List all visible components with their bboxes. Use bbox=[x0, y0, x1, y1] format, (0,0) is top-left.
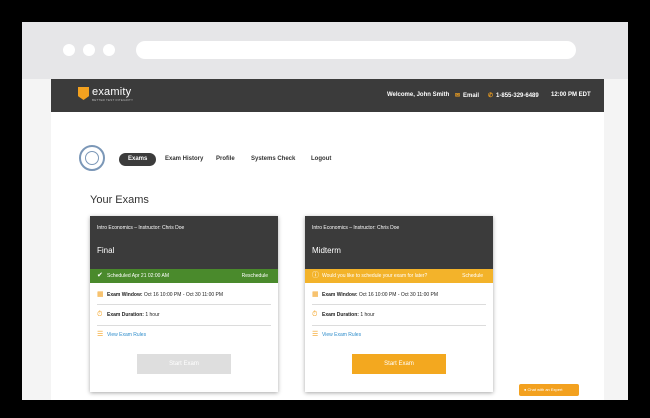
logo-badge-icon bbox=[78, 87, 89, 100]
exam-card-final: Intro Economics – Instructor: Chris Doe … bbox=[90, 216, 278, 392]
browser-window: examity BETTER TEST INTEGRITY Welcome, J… bbox=[22, 22, 628, 400]
exam-window: ▦ Exam Window: Oct 16 10:00 PM - Oct 30 1… bbox=[312, 291, 439, 298]
course-info: Intro Economics – Instructor: Chris Doe bbox=[312, 225, 400, 231]
nav-exams[interactable]: Exams bbox=[119, 153, 157, 166]
chat-icon: ● bbox=[524, 387, 527, 392]
start-exam-button[interactable]: Start Exam bbox=[137, 354, 231, 374]
email-link[interactable]: ✉ Email bbox=[455, 92, 479, 99]
phone-icon: ✆ bbox=[488, 93, 494, 99]
email-icon: ✉ bbox=[455, 93, 461, 99]
address-bar[interactable] bbox=[136, 41, 576, 59]
divider bbox=[312, 325, 486, 326]
stopwatch-icon: ⏱ bbox=[97, 311, 103, 318]
status-bar: ⓘ Would you like to schedule your exam f… bbox=[305, 269, 493, 283]
window-dot bbox=[63, 44, 75, 56]
chat-with-expert-button[interactable]: ● Chat with an Expert bbox=[519, 384, 579, 396]
exam-duration: ⏱ Exam Duration: 1 hour bbox=[97, 311, 160, 318]
page-content: examity BETTER TEST INTEGRITY Welcome, J… bbox=[51, 79, 604, 400]
browser-chrome bbox=[22, 22, 628, 79]
divider bbox=[312, 304, 486, 305]
reschedule-link[interactable]: Reschedule bbox=[242, 269, 268, 283]
list-icon: ☰ bbox=[97, 331, 104, 338]
nav-profile[interactable]: Profile bbox=[207, 153, 244, 166]
email-label: Email bbox=[463, 93, 480, 99]
page-title: Your Exams bbox=[90, 194, 149, 206]
view-exam-rules-link[interactable]: ☰ View Exam Rules bbox=[312, 330, 361, 338]
welcome-text: Welcome, John Smith bbox=[387, 92, 450, 98]
exam-name: Final bbox=[97, 246, 115, 255]
divider bbox=[97, 325, 271, 326]
phone-link[interactable]: ✆ 1-855-329-6489 bbox=[488, 92, 539, 99]
logo-name: examity bbox=[92, 86, 132, 98]
nav-systems-check[interactable]: Systems Check bbox=[242, 153, 304, 166]
card-header: Intro Economics – Instructor: Chris Doe … bbox=[305, 216, 493, 269]
logo-tagline: BETTER TEST INTEGRITY bbox=[92, 98, 134, 102]
university-seal-icon bbox=[79, 145, 105, 171]
course-info: Intro Economics – Instructor: Chris Doe bbox=[97, 225, 185, 231]
status-text: Would you like to schedule your exam for… bbox=[322, 273, 428, 279]
exam-duration: ⏱ Exam Duration: 1 hour bbox=[312, 311, 375, 318]
nav-exam-history[interactable]: Exam History bbox=[156, 153, 212, 166]
card-header: Intro Economics – Instructor: Chris Doe … bbox=[90, 216, 278, 269]
calendar-icon: ▦ bbox=[97, 291, 104, 298]
logo[interactable]: examity BETTER TEST INTEGRITY bbox=[78, 87, 133, 102]
calendar-icon: ▦ bbox=[312, 291, 319, 298]
status-bar: ✔ Scheduled Apr 21 02:00 AM Reschedule bbox=[90, 269, 278, 283]
top-bar: examity BETTER TEST INTEGRITY Welcome, J… bbox=[51, 79, 604, 112]
status-text: Scheduled Apr 21 02:00 AM bbox=[107, 273, 169, 279]
exam-name: Midterm bbox=[312, 246, 341, 255]
exam-card-midterm: Intro Economics – Instructor: Chris Doe … bbox=[305, 216, 493, 392]
check-icon: ✔ bbox=[97, 272, 103, 279]
info-icon: ⓘ bbox=[312, 272, 319, 279]
divider bbox=[97, 304, 271, 305]
chat-label: Chat with an Expert bbox=[527, 387, 563, 392]
start-exam-button[interactable]: Start Exam bbox=[352, 354, 446, 374]
exam-window: ▦ Exam Window: Oct 16 10:00 PM - Oct 30 1… bbox=[97, 291, 224, 298]
stopwatch-icon: ⏱ bbox=[312, 311, 318, 318]
nav-logout[interactable]: Logout bbox=[302, 153, 340, 166]
phone-number: 1-855-329-6489 bbox=[496, 93, 539, 99]
page-background: examity BETTER TEST INTEGRITY Welcome, J… bbox=[22, 79, 628, 400]
schedule-link[interactable]: Schedule bbox=[462, 269, 483, 283]
view-exam-rules-link[interactable]: ☰ View Exam Rules bbox=[97, 330, 146, 338]
current-time: 12:00 PM EDT bbox=[551, 92, 591, 98]
list-icon: ☰ bbox=[312, 331, 319, 338]
window-dot bbox=[83, 44, 95, 56]
window-dot bbox=[103, 44, 115, 56]
